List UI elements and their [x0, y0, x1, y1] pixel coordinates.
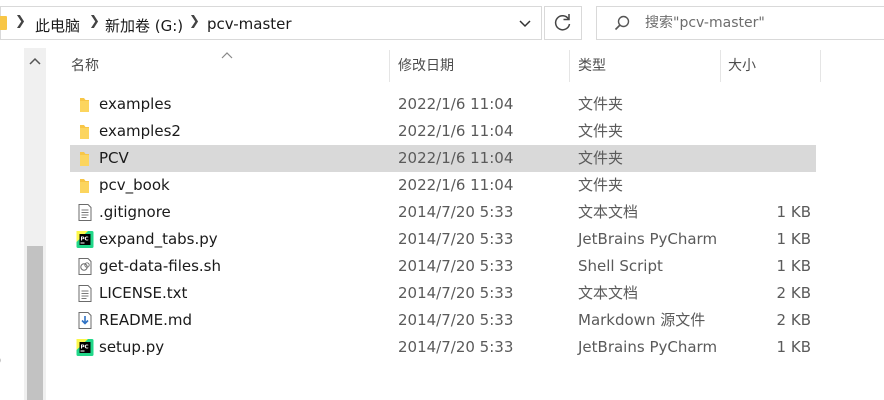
file-type: 文件夹 [578, 122, 624, 140]
file-row[interactable]: .gitignore 2014/7/20 5:33 文本文档 1 KB [70, 199, 816, 226]
file-size: 2 KB [776, 284, 811, 302]
folder-icon [80, 179, 89, 193]
file-type: 文件夹 [578, 149, 624, 167]
file-size: 1 KB [776, 338, 811, 356]
file-type: 文本文档 [578, 284, 639, 302]
file-row[interactable]: PC setup.py 2014/7/20 5:33 JetBrains PyC… [70, 334, 816, 361]
file-type: 文本文档 [578, 203, 639, 221]
address-bar[interactable]: ❯ 此电脑 ❯ 新加卷 (G:) ❯ pcv-master [0, 6, 542, 40]
column-header-type-label: 类型 [578, 58, 606, 74]
file-date: 2014/7/20 5:33 [398, 311, 514, 329]
file-date: 2014/7/20 5:33 [398, 230, 514, 248]
pycharm-file-icon: PC [76, 231, 94, 248]
chevron-down-icon[interactable] [513, 13, 537, 33]
svg-text:PC: PC [81, 237, 89, 243]
file-type: Shell Script [578, 257, 663, 275]
column-header-name-label: 名称 [71, 58, 99, 74]
file-size: 1 KB [776, 203, 811, 221]
file-row[interactable]: LICENSE.txt 2014/7/20 5:33 文本文档 2 KB [70, 280, 816, 307]
file-date: 2022/1/6 11:04 [398, 122, 514, 140]
column-header-type[interactable]: 类型 [570, 48, 720, 82]
folder-icon [80, 125, 89, 139]
file-size: 1 KB [776, 230, 811, 248]
markdown-file-icon [78, 312, 92, 329]
navigation-pane: ) [0, 48, 22, 400]
file-date: 2014/7/20 5:33 [398, 203, 514, 221]
file-row[interactable]: examples2 2022/1/6 11:04 文件夹 [70, 118, 816, 145]
svg-text:PC: PC [81, 345, 89, 351]
search-input[interactable] [645, 11, 877, 35]
file-name: expand_tabs.py [99, 230, 218, 248]
navigation-pane-text: ) [0, 353, 1, 369]
file-name: pcv_book [99, 176, 170, 194]
file-name: .gitignore [99, 203, 171, 221]
breadcrumb-item-drive[interactable]: 新加卷 (G:) [105, 15, 183, 36]
file-row[interactable]: PC expand_tabs.py 2014/7/20 5:33 JetBrai… [70, 226, 816, 253]
column-header-date[interactable]: 修改日期 [390, 48, 569, 82]
file-date: 2022/1/6 11:04 [398, 149, 514, 167]
file-row[interactable]: get-data-files.sh 2014/7/20 5:33 Shell S… [70, 253, 816, 280]
file-row[interactable]: README.md 2014/7/20 5:33 Markdown 源文件 2 … [70, 307, 816, 334]
file-name: setup.py [99, 338, 165, 356]
text-file-icon [78, 204, 92, 221]
file-date: 2014/7/20 5:33 [398, 257, 514, 275]
navigation-scrollbar[interactable] [24, 48, 46, 400]
breadcrumb-item-current-folder[interactable]: pcv-master [207, 15, 292, 33]
file-type: Markdown 源文件 [578, 311, 706, 329]
refresh-icon [554, 14, 571, 31]
search-icon [614, 15, 630, 31]
file-name: examples2 [99, 122, 181, 140]
column-divider[interactable] [820, 50, 821, 82]
column-header-name[interactable]: 名称 [63, 48, 389, 82]
chevron-right-icon[interactable]: ❯ [15, 14, 26, 29]
file-name: PCV [99, 149, 129, 167]
folder-icon [0, 16, 7, 30]
text-file-icon [78, 285, 92, 302]
file-date: 2022/1/6 11:04 [398, 95, 514, 113]
chevron-right-icon[interactable]: ❯ [89, 14, 100, 29]
file-date: 2014/7/20 5:33 [398, 338, 514, 356]
column-header-date-label: 修改日期 [398, 58, 454, 74]
scroll-up-button[interactable] [24, 52, 46, 70]
breadcrumb-item-this-pc[interactable]: 此电脑 [35, 15, 80, 36]
folder-icon [80, 152, 89, 166]
shell-script-icon [78, 258, 92, 275]
refresh-button[interactable] [544, 6, 582, 40]
pycharm-file-icon: PC [76, 339, 94, 356]
file-type: 文件夹 [578, 95, 624, 113]
file-date: 2022/1/6 11:04 [398, 176, 514, 194]
file-date: 2014/7/20 5:33 [398, 284, 514, 302]
file-name: README.md [99, 311, 193, 329]
search-box[interactable] [596, 6, 884, 40]
file-row[interactable]: pcv_book 2022/1/6 11:04 文件夹 [70, 172, 816, 199]
file-type: JetBrains PyCharm [578, 338, 718, 356]
file-row-selected[interactable]: PCV 2022/1/6 11:04 文件夹 [70, 145, 816, 172]
file-type: 文件夹 [578, 176, 624, 194]
folder-icon [80, 98, 89, 112]
file-size: 1 KB [776, 257, 811, 275]
scrollbar-thumb[interactable] [27, 246, 43, 400]
file-name: LICENSE.txt [99, 284, 188, 302]
column-header-size[interactable]: 大小 [720, 48, 820, 82]
file-size: 2 KB [776, 311, 811, 329]
file-type: JetBrains PyCharm [578, 230, 718, 248]
file-row[interactable]: examples 2022/1/6 11:04 文件夹 [70, 91, 816, 118]
file-name: examples [99, 95, 172, 113]
file-name: get-data-files.sh [99, 257, 221, 275]
column-header-size-label: 大小 [728, 58, 756, 74]
chevron-right-icon[interactable]: ❯ [189, 14, 200, 29]
